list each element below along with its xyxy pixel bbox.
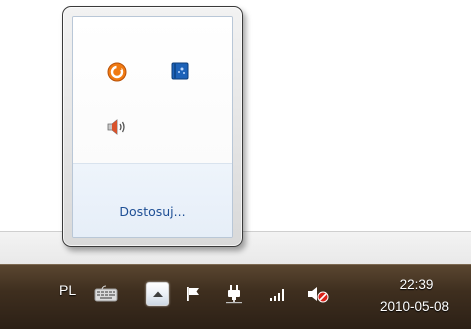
volume-icon[interactable] (106, 116, 128, 138)
volume-muted-icon[interactable] (307, 284, 331, 304)
customize-area: Dostosuj... (73, 163, 232, 237)
blue-app-icon[interactable] (169, 60, 191, 82)
customize-link[interactable]: Dostosuj... (73, 204, 232, 219)
clock-date: 2010-05-08 (379, 299, 450, 314)
network-signal-icon[interactable] (268, 284, 288, 304)
orange-app-icon[interactable] (106, 61, 128, 83)
clock-time: 22:39 (399, 277, 434, 292)
chevron-up-icon (152, 291, 163, 297)
show-hidden-icons-button[interactable] (146, 282, 169, 306)
flag-icon[interactable] (183, 284, 203, 304)
overflow-popup-content: Dostosuj... (72, 16, 233, 238)
hidden-icons-area (73, 17, 232, 163)
taskbar-clock[interactable]: 22:39 2010-05-08 (362, 274, 467, 324)
notification-overflow-popup: Dostosuj... (62, 6, 243, 247)
keyboard-icon[interactable] (93, 284, 119, 304)
language-indicator[interactable]: PL (59, 282, 76, 298)
taskbar: PL 22:39 2010-05-08 (0, 264, 471, 329)
power-plug-icon[interactable] (224, 284, 244, 304)
